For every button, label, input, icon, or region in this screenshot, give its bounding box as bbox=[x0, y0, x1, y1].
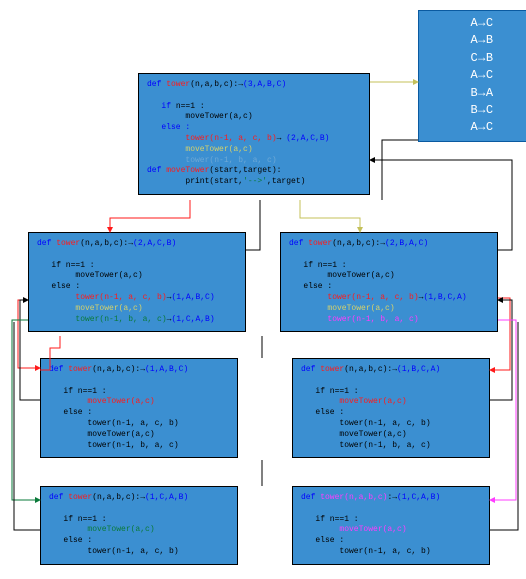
code-line: def moveTower(start,target): bbox=[147, 166, 361, 177]
output-line: A→C bbox=[437, 15, 526, 32]
output-line: A→C bbox=[437, 119, 526, 136]
code-line: tower(n-1, a, c, b) bbox=[301, 547, 481, 558]
code-line: tower(n-1, b, a, c) bbox=[147, 156, 361, 167]
callframe-left-2: def tower(n,a,b,c):→(1,A,B,C) if n==1 : … bbox=[40, 358, 238, 458]
code-line: def tower(n,a,b,c):→(1,C,A,B) bbox=[301, 493, 481, 504]
code-line: moveTower(a,c) bbox=[301, 430, 481, 441]
code-line: else : bbox=[301, 536, 481, 547]
output-line: B→C bbox=[437, 102, 526, 119]
output-line: C→B bbox=[437, 50, 526, 67]
code-line: else : bbox=[147, 123, 361, 134]
code-line: if n==1 : bbox=[37, 261, 237, 272]
code-line: tower(n-1, b, a, c)→(1,C,A,B) bbox=[37, 315, 237, 326]
code-line: tower(n-1, a, c, b) bbox=[49, 419, 229, 430]
diagram-stage: A→C A→B C→B A→C B→A B→C A→C def tower(n,… bbox=[0, 0, 526, 579]
code-line: if n==1 : bbox=[289, 261, 489, 272]
code-line: moveTower(a,c) bbox=[147, 145, 361, 156]
code-line: if n==1 : bbox=[49, 515, 229, 526]
code-line: if n==1 : bbox=[301, 515, 481, 526]
callframe-left-3: def tower(n,a,b,c):→(1,C,A,B) if n==1 : … bbox=[40, 486, 238, 565]
code-line: def tower(n,a,b,c):→(3,A,B,C) bbox=[147, 80, 361, 91]
code-line: moveTower(a,c) bbox=[289, 271, 489, 282]
code-line: else : bbox=[37, 282, 237, 293]
output-panel: A→C A→B C→B A→C B→A B→C A→C bbox=[418, 10, 526, 142]
code-line: tower(n-1, b, a, c) bbox=[289, 315, 489, 326]
code-line: tower(n-1, a, c, b) bbox=[301, 419, 481, 430]
code-line: print(start,'-->',target) bbox=[147, 177, 361, 188]
callframe-left-1: def tower(n,a,b,c):→(2,A,C,B) if n==1 : … bbox=[28, 232, 246, 332]
callframe-right-3: def tower(n,a,b,c):→(1,C,A,B) if n==1 : … bbox=[292, 486, 490, 565]
code-line: else : bbox=[289, 282, 489, 293]
code-line: moveTower(a,c) bbox=[301, 525, 481, 536]
code-line: moveTower(a,c) bbox=[37, 271, 237, 282]
code-line: moveTower(a,c) bbox=[49, 397, 229, 408]
code-line: else : bbox=[49, 536, 229, 547]
code-line: tower(n-1, a, c, b)→(1,A,B,C) bbox=[37, 293, 237, 304]
code-line: if n==1 : bbox=[301, 387, 481, 398]
code-line: else : bbox=[49, 408, 229, 419]
code-line: tower(n-1, b, a, c) bbox=[49, 441, 229, 452]
code-line: else : bbox=[301, 408, 481, 419]
code-line: def tower(n,a,b,c):→(1,B,C,A) bbox=[301, 365, 481, 376]
code-line: if n==1 : bbox=[147, 102, 361, 113]
code-line: tower(n-1, a, c, b)→ (2,A,C,B) bbox=[147, 134, 361, 145]
code-line: def tower(n,a,b,c):→(2,A,C,B) bbox=[37, 239, 237, 250]
code-line: def tower(n,a,b,c):→(1,C,A,B) bbox=[49, 493, 229, 504]
code-line: moveTower(a,c) bbox=[37, 304, 237, 315]
code-line: moveTower(a,c) bbox=[49, 430, 229, 441]
code-line: moveTower(a,c) bbox=[289, 304, 489, 315]
code-line: def tower(n,a,b,c):→(1,A,B,C) bbox=[49, 365, 229, 376]
callframe-top: def tower(n,a,b,c):→(3,A,B,C) if n==1 : … bbox=[138, 73, 370, 195]
code-line: if n==1 : bbox=[49, 387, 229, 398]
callframe-right-2: def tower(n,a,b,c):→(1,B,C,A) if n==1 : … bbox=[292, 358, 490, 458]
code-line: moveTower(a,c) bbox=[301, 397, 481, 408]
code-line: tower(n-1, a, c, b)→(1,B,C,A) bbox=[289, 293, 489, 304]
code-line: moveTower(a,c) bbox=[147, 112, 361, 123]
output-line: B→A bbox=[437, 85, 526, 102]
code-line: def tower(n,a,b,c):→(2,B,A,C) bbox=[289, 239, 489, 250]
code-line: tower(n-1, a, c, b) bbox=[49, 547, 229, 558]
callframe-right-1: def tower(n,a,b,c):→(2,B,A,C) if n==1 : … bbox=[280, 232, 498, 332]
output-line: A→B bbox=[437, 32, 526, 49]
output-line: A→C bbox=[437, 67, 526, 84]
code-line: tower(n-1, b, a, c) bbox=[301, 441, 481, 452]
code-line: moveTower(a,c) bbox=[49, 525, 229, 536]
